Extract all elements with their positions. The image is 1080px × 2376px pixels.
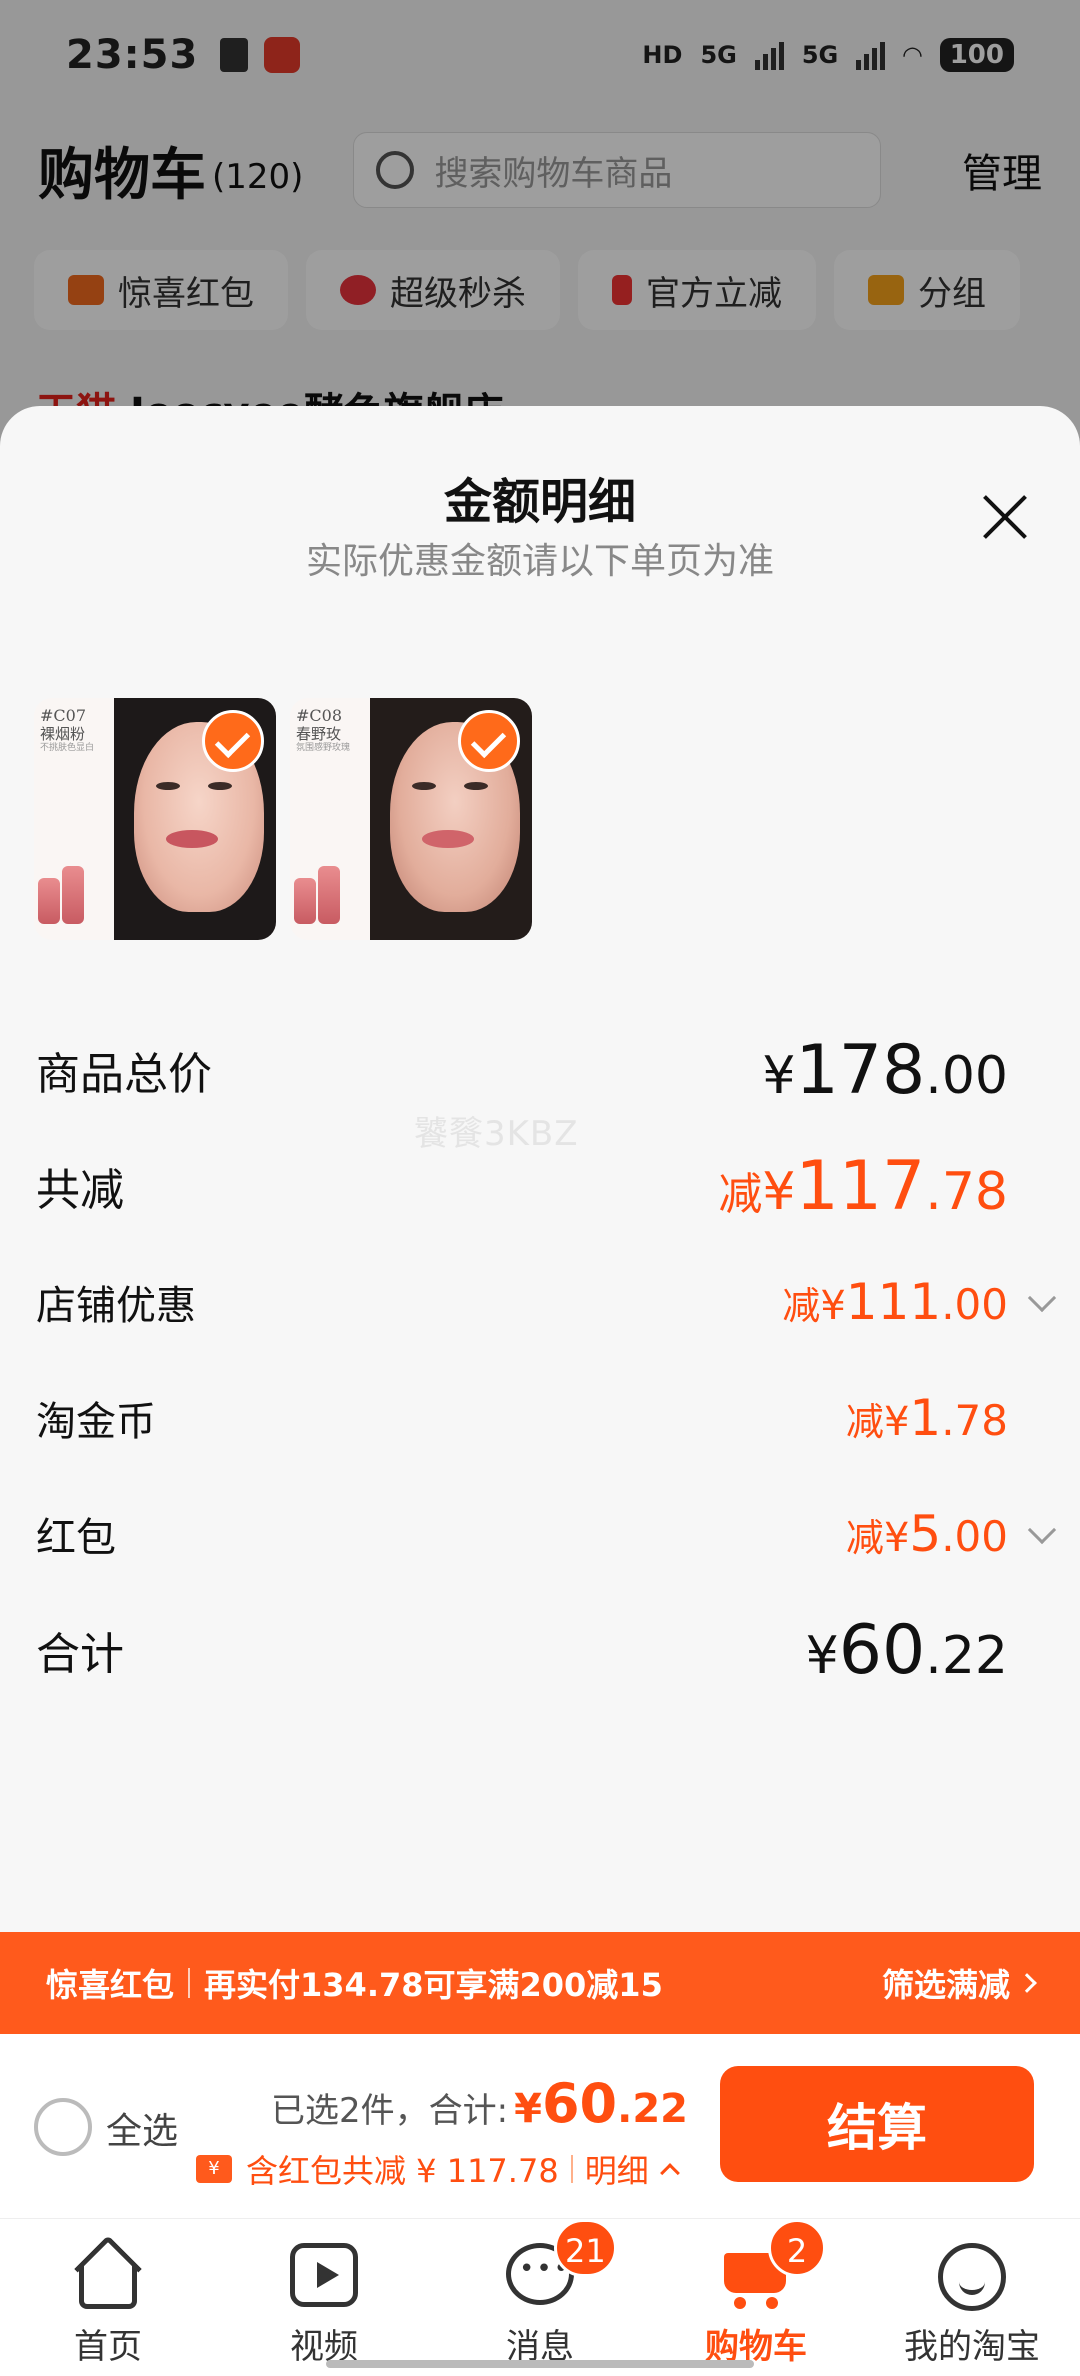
product-thumbnail[interactable]: #C08 春野玫 氛围感野玫瑰 (290, 698, 532, 940)
profile-icon (934, 2237, 1010, 2313)
currency-symbol: ¥ (762, 1161, 796, 1222)
row-label: 商品总价 (36, 1049, 212, 1100)
selected-count: 已选2件， (271, 2091, 429, 2131)
currency-symbol: ¥ (514, 2086, 542, 2132)
promo-text: 再实付134.78可享满200减15 (204, 1966, 663, 2004)
checked-icon (202, 710, 264, 772)
row-label: 淘金币 (36, 1399, 156, 1445)
chevron-down-icon[interactable] (1027, 1515, 1057, 1545)
value-int: 60 (838, 1610, 926, 1690)
checkout-button[interactable]: 结算 (720, 2066, 1034, 2182)
filter-promo-button[interactable]: 筛选满减 (881, 1960, 1037, 2006)
promo-banner[interactable]: 惊喜红包 再实付134.78可享满200减15 筛选满减 (0, 1932, 1080, 2034)
value-int: 5 (909, 1505, 942, 1563)
value-int: 1 (909, 1389, 942, 1447)
value-dec: .78 (941, 1396, 1008, 1445)
currency-symbol: ¥ (883, 1515, 910, 1561)
row-label: 店铺优惠 (36, 1283, 196, 1329)
selected-products: #C07 裸烟粉 不挑肤色显白 #C08 春野玫 氛围感野玫瑰 (34, 698, 532, 940)
checkout-bar: 全选 已选2件， 合计: ¥60.22 ¥ 含红包共减 ¥ 117.78 明细 … (0, 2034, 1080, 2218)
taojinbi-value: 减 ¥1.78 (846, 1389, 1008, 1447)
message-badge: 21 (554, 2219, 617, 2277)
checkout-total: ¥60.22 (514, 2072, 688, 2135)
home-icon (70, 2235, 146, 2313)
total-label: 合计: (428, 2091, 509, 2131)
discount-detail-toggle[interactable]: ¥ 含红包共减 ¥ 117.78 明细 (196, 2146, 680, 2192)
value-int: 117 (795, 1146, 926, 1226)
currency-symbol: ¥ (805, 1625, 839, 1686)
tab-messages[interactable]: 21 消息 (432, 2219, 648, 2376)
value-int: 111 (845, 1273, 942, 1331)
minus-prefix: 减 (845, 1400, 884, 1444)
product-swatch: #C08 春野玫 氛围感野玫瑰 (290, 698, 370, 940)
value-int: 178 (795, 1030, 926, 1110)
chevron-down-icon[interactable] (1027, 1283, 1057, 1313)
value-dec: .00 (925, 1045, 1008, 1106)
lipstick-image (38, 862, 100, 924)
value-dec: .00 (941, 1512, 1008, 1561)
coupon-icon: ¥ (196, 2155, 232, 2183)
row-taojinbi: 淘金币 减 ¥1.78 (36, 1378, 1008, 1458)
product-swatch: #C07 裸烟粉 不挑肤色显白 (34, 698, 114, 940)
sum-value: ¥60.22 (806, 1611, 1008, 1690)
divider (188, 1968, 191, 1998)
minus-prefix: 减 (718, 1168, 763, 1220)
row-total-price: 商品总价 ¥178.00 (36, 1030, 1008, 1110)
currency-symbol: ¥ (820, 1283, 846, 1329)
shade-desc: 氛围感野玫瑰 (296, 743, 351, 754)
home-indicator[interactable] (326, 2360, 754, 2368)
row-label: 红包 (36, 1515, 116, 1561)
minus-prefix: 减 (782, 1284, 821, 1328)
product-thumbnail[interactable]: #C07 裸烟粉 不挑肤色显白 (34, 698, 276, 940)
selection-summary: 已选2件， 合计: ¥60.22 (271, 2072, 688, 2135)
total-price-value: ¥178.00 (762, 1031, 1008, 1110)
shade-code: #C08 (296, 706, 343, 725)
shade-desc: 不挑肤色显白 (40, 743, 95, 754)
currency-symbol: ¥ (883, 1399, 910, 1445)
shade-name: 春野玫 (296, 725, 342, 744)
row-label: 共减 (36, 1165, 124, 1216)
lipstick-image (294, 862, 356, 924)
row-hongbao[interactable]: 红包 减 ¥5.00 (36, 1494, 1057, 1574)
close-icon[interactable] (978, 490, 1032, 544)
tab-home[interactable]: 首页 (0, 2219, 216, 2376)
total-discount-value: 减 ¥117.78 (718, 1147, 1008, 1226)
value-dec: .00 (941, 1280, 1008, 1329)
row-total-discount: 共减 减 ¥117.78 (36, 1146, 1008, 1226)
sheet-title: 金额明细 (443, 474, 636, 530)
tab-video[interactable]: 视频 (216, 2219, 432, 2376)
value-dec: .78 (925, 1161, 1008, 1222)
sheet-subtitle: 实际优惠金额请以下单页为准 (305, 541, 774, 582)
filter-label: 筛选满减 (881, 1966, 1010, 2004)
cart-badge: 2 (768, 2219, 826, 2277)
video-icon (286, 2237, 362, 2313)
tab-label: 首页 (74, 2327, 142, 2367)
tab-label: 我的淘宝 (904, 2327, 1040, 2367)
checked-icon (458, 710, 520, 772)
chevron-right-icon (1017, 1973, 1037, 1993)
discount-text: 含红包共减 ¥ 117.78 (246, 2152, 559, 2190)
shade-code: #C07 (40, 706, 87, 725)
divider (570, 2155, 573, 2183)
row-store-discount[interactable]: 店铺优惠 减 ¥111.00 (36, 1262, 1057, 1342)
value-int: 60 (541, 2072, 618, 2135)
chevron-up-icon (659, 2163, 680, 2183)
select-all-label[interactable]: 全选 (106, 2102, 178, 2154)
hongbao-value: 减 ¥5.00 (846, 1505, 1008, 1563)
tab-profile[interactable]: 我的淘宝 (864, 2219, 1080, 2376)
tab-cart[interactable]: 2 购物车 (648, 2219, 864, 2376)
value-dec: .22 (617, 2086, 688, 2132)
row-sum: 合计 ¥60.22 (36, 1610, 1008, 1690)
store-discount-value: 减 ¥111.00 (782, 1273, 1008, 1331)
minus-prefix: 减 (845, 1516, 884, 1560)
detail-label: 明细 (584, 2152, 649, 2190)
shade-name: 裸烟粉 (40, 725, 86, 744)
currency-symbol: ¥ (762, 1045, 796, 1106)
promo-tag: 惊喜红包 (46, 1966, 175, 2004)
bottom-tab-bar: 首页 视频 21 消息 2 购物车 我的淘宝 (0, 2218, 1080, 2376)
row-label: 合计 (36, 1629, 124, 1680)
select-all-checkbox[interactable] (34, 2098, 92, 2156)
value-dec: .22 (925, 1625, 1008, 1686)
